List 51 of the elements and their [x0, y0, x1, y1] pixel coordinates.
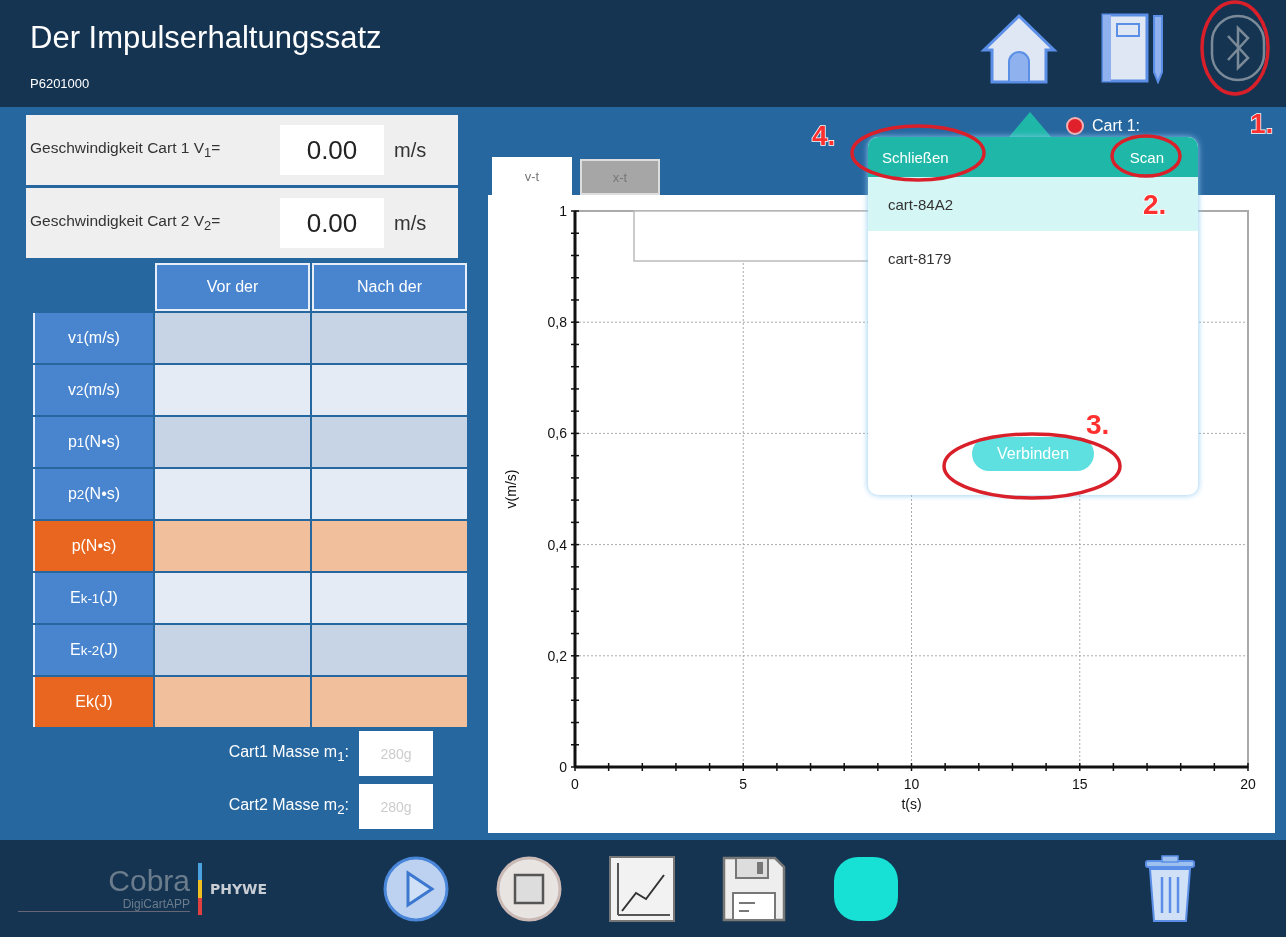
speed-label: Geschwindigkeit Cart 1 V$_{1}$= — [30, 139, 222, 161]
annotation-number: 2. — [1143, 189, 1167, 220]
x-tick-label: 15 — [1071, 776, 1088, 792]
mass-label: Cart2 Masse m$_{2}$: — [227, 795, 349, 818]
annotation-number: 1. — [1250, 108, 1274, 139]
x-tick-label: 0 — [571, 776, 579, 792]
delete-icon[interactable] — [1144, 854, 1196, 923]
x-tick-label: 10 — [903, 776, 920, 792]
row-label: Ek(J) — [33, 677, 153, 727]
app-title: Der Impulserhaltungssatz — [30, 20, 382, 56]
y-tick-label: 0,6 — [547, 425, 567, 442]
y-axis-title: v(m/s) — [503, 469, 519, 509]
x-tick-label: 5 — [739, 776, 748, 792]
chart-button[interactable] — [608, 854, 676, 923]
color-button[interactable] — [832, 854, 900, 923]
color-bar-icon — [198, 862, 202, 915]
connect-button[interactable]: Verbinden — [972, 437, 1094, 471]
chart-tab[interactable]: v-t — [492, 157, 572, 195]
logo-subtitle: DigiCartAPP — [122, 897, 190, 911]
experiment-code: P6201000 — [30, 76, 91, 91]
annotation-number: 4. — [812, 120, 836, 151]
column-header: Vor der — [155, 263, 310, 311]
annotation-number: 3. — [1086, 409, 1110, 440]
save-icon[interactable] — [721, 854, 787, 923]
speed-value: 0.00 — [280, 198, 384, 248]
y-tick-label: 0,8 — [547, 314, 567, 331]
y-tick-label: 0,2 — [547, 647, 567, 664]
logo-text: Cobra — [108, 865, 190, 897]
scan-link[interactable]: Scan — [1125, 144, 1168, 170]
x-axis-title: t(s) — [901, 796, 922, 812]
bluetooth-icon[interactable] — [1208, 12, 1268, 84]
cart-label: Cart 1: — [1092, 117, 1140, 135]
x-tick-label: 20 — [1240, 776, 1256, 792]
column-header: Nach der — [312, 263, 467, 311]
unit-label: m/s — [394, 138, 427, 162]
brand-text: PHYWE — [210, 880, 268, 897]
play-button[interactable] — [382, 854, 450, 923]
annotation-ellipse — [1110, 134, 1182, 178]
home-icon[interactable] — [980, 12, 1058, 84]
mass-label: Cart1 Masse m$_{1}$: — [227, 742, 349, 765]
speed-value: 0.00 — [280, 125, 384, 175]
row-label: p(N•s) — [33, 521, 153, 571]
device-item[interactable]: cart-8179 — [868, 231, 1198, 285]
unit-label: m/s — [394, 211, 427, 235]
y-tick-label: 0,4 — [547, 536, 567, 553]
speed-label: Geschwindigkeit Cart 2 V$_{2}$= — [30, 212, 222, 234]
close-link[interactable]: Schließen — [878, 144, 953, 170]
y-tick-label: 1 — [559, 203, 567, 219]
y-tick-label: 0 — [559, 759, 567, 775]
notebook-icon[interactable] — [1100, 12, 1166, 84]
stop-button[interactable] — [495, 854, 563, 923]
